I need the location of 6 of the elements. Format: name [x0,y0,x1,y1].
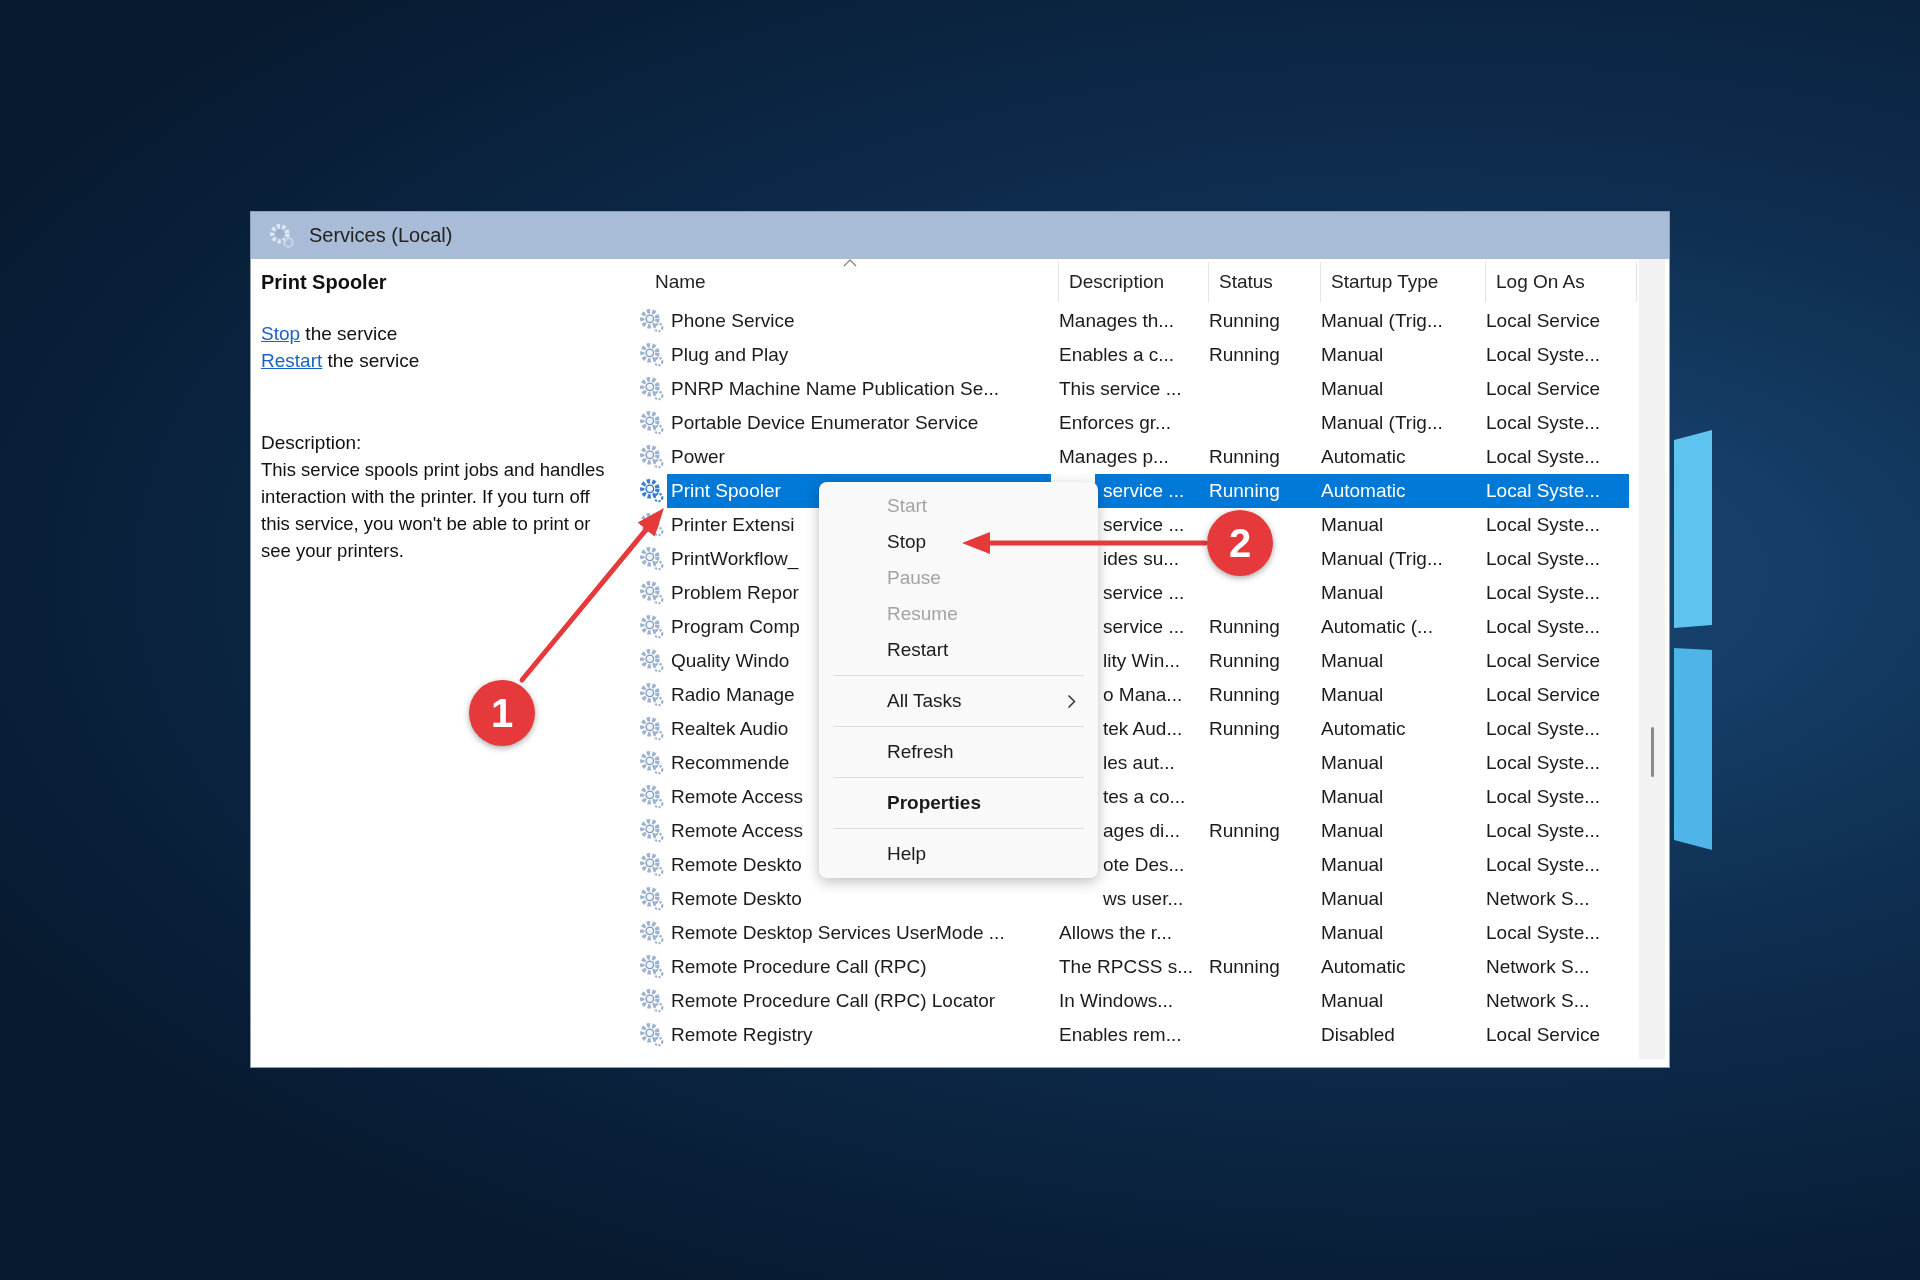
window-title: Services (Local) [309,224,453,247]
action-text: Restart the service [261,349,421,373]
description-label: Description: [261,431,363,455]
action-text: Stop the service [261,322,399,346]
service-title: Print Spooler [261,271,388,294]
description-text: This service spools print jobs and handles interaction with the printer. If you turn off this service, you won't be able to print or see your printers. [261,458,606,563]
